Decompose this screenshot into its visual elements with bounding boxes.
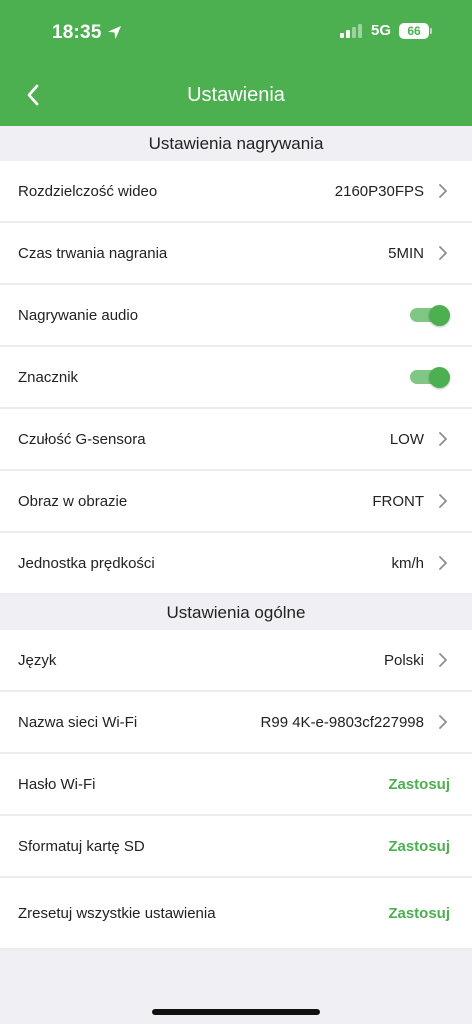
setting-wifi-password: Hasło Wi-Fi Zastosuj xyxy=(0,754,472,816)
setting-value: FRONT xyxy=(372,492,424,510)
chevron-right-icon xyxy=(438,494,448,508)
apply-button[interactable]: Zastosuj xyxy=(388,905,450,922)
setting-value: Polski xyxy=(383,651,424,669)
setting-value: 2160P30FPS xyxy=(334,182,424,200)
status-time: 18:35 xyxy=(52,22,122,44)
setting-label: Zresetuj wszystkie ustawienia xyxy=(18,904,216,922)
apply-button[interactable]: Zastosuj xyxy=(388,838,450,855)
audio-recording-toggle[interactable] xyxy=(410,305,450,326)
chevron-right-icon xyxy=(438,246,448,260)
setting-language[interactable]: Język Polski xyxy=(0,630,472,692)
network-type: 5G xyxy=(370,22,391,39)
app-header: 18:35 5G 66 Ustawienia xyxy=(0,0,472,126)
settings-list: Ustawienia nagrywania Rozdzielczość wide… xyxy=(0,126,472,950)
setting-label: Obraz w obrazie xyxy=(18,492,128,510)
setting-label: Jednostka prędkości xyxy=(18,554,155,572)
setting-value: km/h xyxy=(391,554,424,572)
setting-audio-recording: Nagrywanie audio xyxy=(0,285,472,347)
setting-label: Rozdzielczość wideo xyxy=(18,182,158,200)
setting-speed-unit[interactable]: Jednostka prędkości km/h xyxy=(0,533,472,595)
chevron-right-icon xyxy=(438,556,448,570)
setting-value: LOW xyxy=(389,430,424,448)
watermark-toggle[interactable] xyxy=(410,367,450,388)
list-footer xyxy=(0,986,472,1024)
apply-button[interactable]: Zastosuj xyxy=(388,776,450,793)
setting-wifi-name[interactable]: Nazwa sieci Wi-Fi R99 4K-e-9803cf227998 xyxy=(0,692,472,754)
setting-value: R99 4K-e-9803cf227998 xyxy=(260,713,424,731)
chevron-right-icon xyxy=(438,432,448,446)
setting-value: 5MIN xyxy=(388,244,424,262)
setting-label: Język xyxy=(18,651,57,669)
setting-picture-in-picture[interactable]: Obraz w obrazie FRONT xyxy=(0,471,472,533)
cellular-signal-icon xyxy=(339,23,362,38)
status-time-text: 18:35 xyxy=(52,22,102,43)
battery-level: 66 xyxy=(399,22,429,39)
setting-label: Czułość G-sensora xyxy=(18,430,146,448)
setting-label: Hasło Wi-Fi xyxy=(18,775,96,793)
setting-watermark: Znacznik xyxy=(0,347,472,409)
chevron-right-icon xyxy=(438,653,448,667)
setting-label: Sformatuj kartę SD xyxy=(18,837,145,855)
setting-video-resolution[interactable]: Rozdzielczość wideo 2160P30FPS xyxy=(0,161,472,223)
setting-g-sensor-sensitivity[interactable]: Czułość G-sensora LOW xyxy=(0,409,472,471)
section-header-recording: Ustawienia nagrywania xyxy=(0,126,472,161)
chevron-right-icon xyxy=(438,715,448,729)
setting-label: Znacznik xyxy=(18,368,79,386)
battery-icon: 66 xyxy=(399,22,432,39)
status-indicators: 5G 66 xyxy=(339,22,432,39)
setting-label: Nagrywanie audio xyxy=(18,306,139,324)
section-header-general: Ustawienia ogólne xyxy=(0,595,472,630)
setting-label: Nazwa sieci Wi-Fi xyxy=(18,713,138,731)
setting-label: Czas trwania nagrania xyxy=(18,244,168,262)
setting-format-sd: Sformatuj kartę SD Zastosuj xyxy=(0,816,472,878)
chevron-right-icon xyxy=(438,184,448,198)
page-title: Ustawienia xyxy=(187,84,285,106)
home-indicator[interactable] xyxy=(152,1009,320,1015)
setting-reset-all: Zresetuj wszystkie ustawienia Zastosuj xyxy=(0,878,472,950)
location-arrow-icon xyxy=(107,25,121,40)
setting-recording-duration[interactable]: Czas trwania nagrania 5MIN xyxy=(0,223,472,285)
